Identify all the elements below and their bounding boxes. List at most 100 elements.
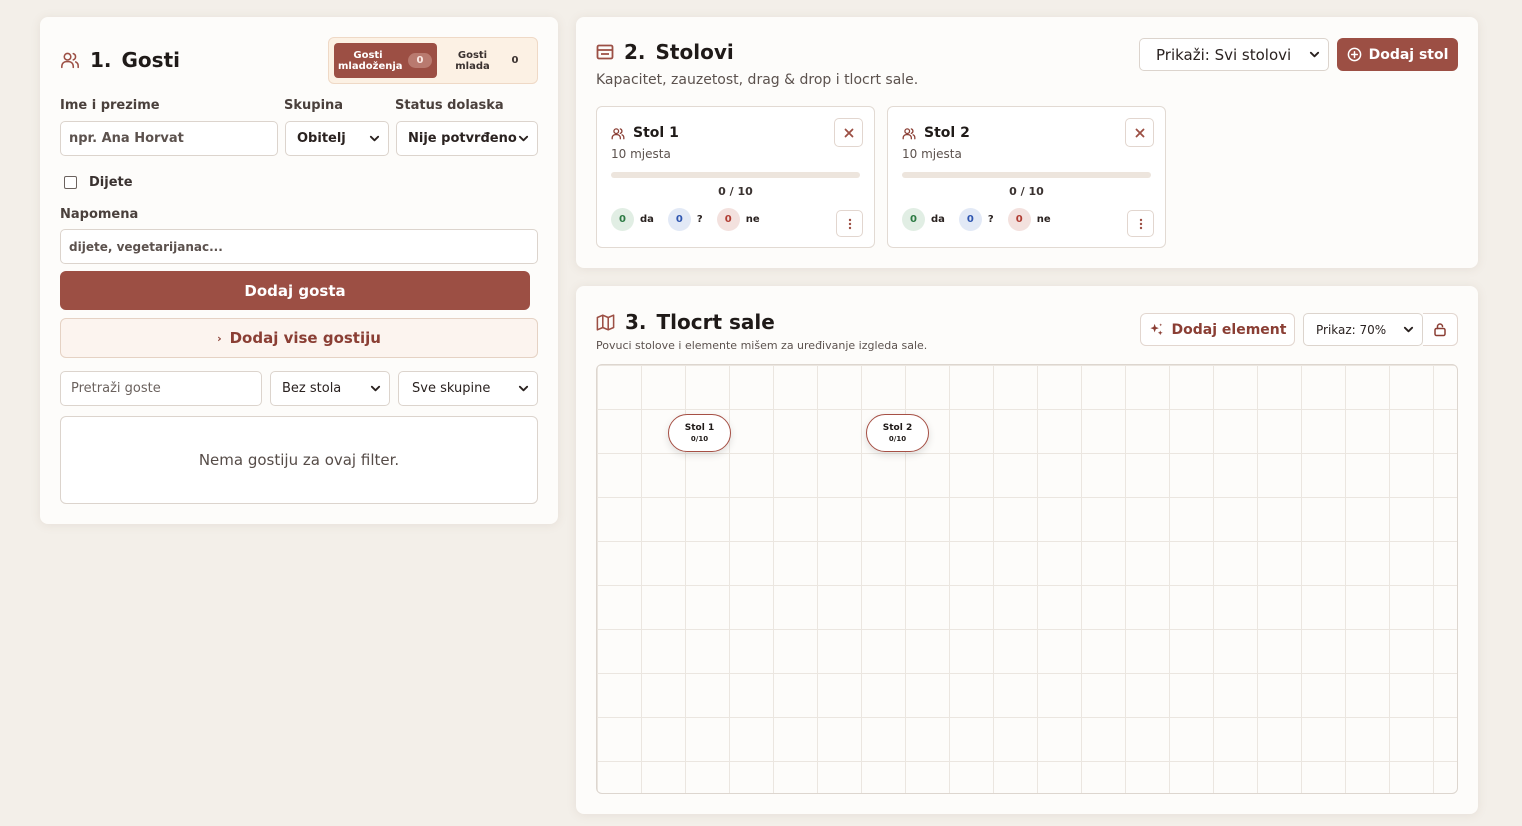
plan-table-stol-2[interactable]: Stol 2 0/10 <box>866 414 929 452</box>
chevron-down-icon <box>518 133 529 144</box>
users-icon <box>902 127 916 140</box>
pending-label: ? <box>987 214 994 225</box>
declined-label: ne <box>1036 214 1051 225</box>
section-number: 3. <box>625 310 647 334</box>
close-icon <box>1135 128 1145 138</box>
floor-plan-subtitle: Povuci stolove i elemente mišem za uređi… <box>596 339 928 352</box>
table-menu-button[interactable] <box>836 210 863 237</box>
add-element-button[interactable]: Dodaj element <box>1140 313 1295 346</box>
plan-table-occupancy: 0/10 <box>690 435 709 443</box>
chevron-down-icon <box>518 383 529 394</box>
group-label: Skupina <box>284 98 344 113</box>
zoom-select[interactable]: Prikaz: 70% <box>1303 313 1423 346</box>
delete-table-button[interactable] <box>1125 118 1154 147</box>
users-icon <box>60 51 80 69</box>
sparkles-icon <box>1149 322 1164 337</box>
users-icon <box>611 127 625 140</box>
more-vertical-icon <box>1139 218 1143 230</box>
section-number: 1. <box>90 48 112 72</box>
zoom-value: Prikaz: 70% <box>1316 322 1387 337</box>
name-label: Ime i prezime <box>60 98 160 113</box>
count-badge: 0 <box>511 55 519 66</box>
status-value: Nije potvrđeno <box>408 131 517 146</box>
delete-table-button[interactable] <box>834 118 863 147</box>
plan-table-occupancy: 0/10 <box>888 435 907 443</box>
table-menu-button[interactable] <box>1127 210 1154 237</box>
table-card-stol-1[interactable]: Stol 1 10 mjesta 0 / 10 0 da 0 ? 0 ne <box>596 106 875 248</box>
confirmed-count: 0 <box>902 208 925 231</box>
group-filter-value: Sve skupine <box>412 381 491 396</box>
name-placeholder: npr. Ana Horvat <box>69 131 184 146</box>
occupancy-bar <box>611 172 860 178</box>
child-checkbox-row[interactable]: Dijete <box>64 175 133 190</box>
tab-label: Gosti mladoženja <box>338 49 403 72</box>
declined-count: 0 <box>1007 208 1031 231</box>
add-guest-button[interactable]: Dodaj gosta <box>60 271 530 310</box>
section-title: Tlocrt sale <box>656 310 775 334</box>
close-icon <box>844 128 854 138</box>
confirmed-count: 0 <box>611 208 634 231</box>
plan-table-name: Stol 1 <box>684 423 715 433</box>
tables-heading: 2. Stolovi <box>596 40 734 64</box>
status-label: Status dolaska <box>395 98 504 113</box>
section-title: Gosti <box>121 48 180 72</box>
chevron-down-icon <box>370 383 381 394</box>
guests-panel: 1. Gosti Gosti mladoženja 0 Gosti mlada … <box>40 17 558 524</box>
more-vertical-icon <box>848 218 852 230</box>
tables-filter-value: Prikaži: Svi stolovi <box>1156 45 1292 64</box>
map-icon <box>596 313 615 331</box>
guests-heading: 1. Gosti <box>60 48 180 72</box>
note-input[interactable]: dijete, vegetarijanac... <box>60 229 538 264</box>
section-number: 2. <box>624 40 646 64</box>
plan-table-name: Stol 2 <box>882 423 913 433</box>
rsvp-stats: 0 da 0 ? 0 ne <box>902 208 1065 231</box>
declined-count: 0 <box>716 208 740 231</box>
table-name: Stol 1 <box>633 125 679 141</box>
chevron-down-icon <box>369 133 380 144</box>
note-label: Napomena <box>60 207 139 222</box>
chevron-down-icon <box>1403 324 1414 335</box>
lock-toggle-button[interactable] <box>1423 313 1458 346</box>
pending-count: 0 <box>667 208 691 231</box>
table-filter-select[interactable]: Bez stola <box>270 371 390 406</box>
table-card-title: Stol 2 <box>902 125 970 141</box>
table-filter-value: Bez stola <box>282 381 342 396</box>
confirmed-label: da <box>640 214 654 225</box>
table-name: Stol 2 <box>924 125 970 141</box>
plan-table-stol-1[interactable]: Stol 1 0/10 <box>668 414 731 452</box>
occupancy-text: 0 / 10 <box>1009 185 1044 198</box>
empty-message: Nema gostiju za ovaj filter. <box>198 451 400 469</box>
table-seats: 10 mjesta <box>611 147 671 161</box>
guest-search-input[interactable]: Pretraži goste <box>60 371 262 406</box>
section-title: Stolovi <box>655 40 734 64</box>
add-multiple-guests-button[interactable]: › Dodaj vise gostiju <box>60 318 538 358</box>
tables-panel: 2. Stolovi Kapacitet, zauzetost, drag & … <box>576 17 1478 268</box>
child-label: Dijete <box>89 175 133 190</box>
table-card-title: Stol 1 <box>611 125 679 141</box>
add-multiple-label: Dodaj vise gostiju <box>229 329 381 347</box>
note-placeholder: dijete, vegetarijanac... <box>69 239 223 254</box>
tab-groom-guests[interactable]: Gosti mladoženja 0 <box>334 43 437 78</box>
status-select[interactable]: Nije potvrđeno <box>396 121 538 156</box>
child-checkbox[interactable] <box>64 176 77 189</box>
floor-plan-panel: 3. Tlocrt sale Povuci stolove i elemente… <box>576 286 1478 814</box>
guest-list-empty: Nema gostiju za ovaj filter. <box>60 416 538 504</box>
group-filter-select[interactable]: Sve skupine <box>398 371 538 406</box>
tab-label: Gosti mlada <box>455 49 490 72</box>
floor-plan-canvas[interactable]: Stol 1 0/10 Stol 2 0/10 <box>596 364 1458 794</box>
table-card-stol-2[interactable]: Stol 2 10 mjesta 0 / 10 0 da 0 ? 0 ne <box>887 106 1166 248</box>
count-badge: 0 <box>408 53 432 68</box>
table-list-icon <box>596 44 614 60</box>
rsvp-stats: 0 da 0 ? 0 ne <box>611 208 774 231</box>
tables-subtitle: Kapacitet, zauzetost, drag & drop i tloc… <box>596 72 919 88</box>
plus-circle-icon <box>1347 47 1362 62</box>
add-table-button[interactable]: Dodaj stol <box>1337 38 1458 71</box>
chevron-right-icon: › <box>217 331 222 345</box>
tab-bride-guests[interactable]: Gosti mlada 0 <box>443 43 533 78</box>
group-select[interactable]: Obitelj <box>285 121 389 156</box>
name-input[interactable]: npr. Ana Horvat <box>60 121 278 156</box>
unlock-icon <box>1433 322 1447 337</box>
add-element-label: Dodaj element <box>1171 321 1287 338</box>
pending-label: ? <box>696 214 703 225</box>
tables-filter-select[interactable]: Prikaži: Svi stolovi <box>1139 38 1329 71</box>
